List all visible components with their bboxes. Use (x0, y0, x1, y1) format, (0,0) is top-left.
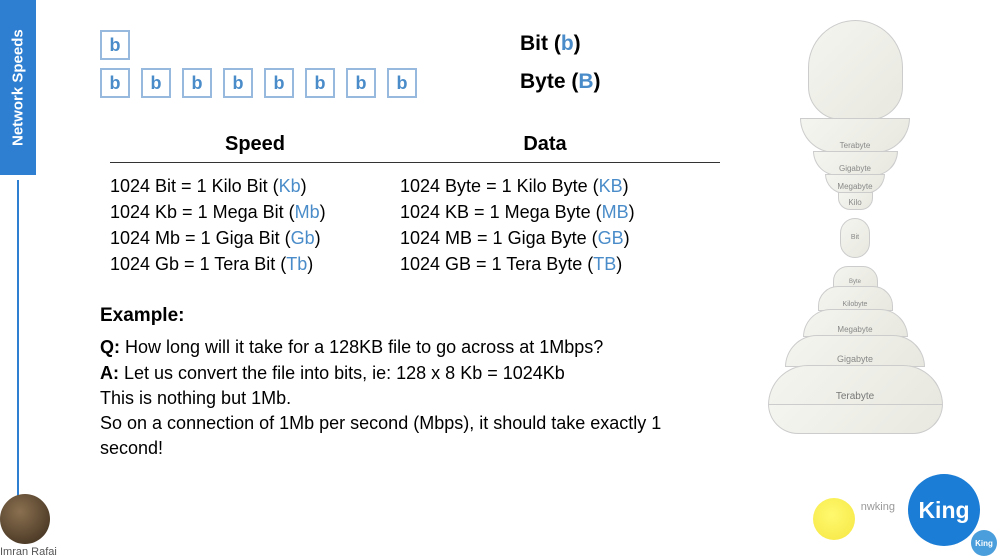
table-body: 1024 Bit = 1 Kilo Bit (Kb) 1024 Kb = 1 M… (110, 173, 720, 277)
data-column: 1024 Byte = 1 Kilo Byte (KB) 1024 KB = 1… (400, 173, 690, 277)
small-king-logo: King (971, 530, 997, 556)
byte-bit-7: b (387, 68, 417, 98)
sidebar-title: Network Speeds (0, 0, 36, 175)
speed-column: 1024 Bit = 1 Kilo Bit (Kb) 1024 Kb = 1 M… (110, 173, 400, 277)
byte-row: b b b b b b b b Byte (B) (100, 68, 720, 98)
doll-label-gigabyte: Gigabyte (813, 151, 898, 176)
byte-abbr: B (578, 70, 593, 93)
doll-gigabyte-b: Gigabyte (785, 335, 925, 367)
close-paren: ) (574, 32, 581, 55)
table-header-row: Speed Data (110, 133, 720, 163)
data-header: Data (400, 133, 690, 156)
speed-row-1: 1024 Kb = 1 Mega Bit (Mb) (110, 199, 400, 225)
example-title: Example: (100, 305, 720, 327)
q-label: Q: (100, 337, 120, 357)
doll-bit: Bit (840, 218, 870, 258)
doll-base (768, 404, 943, 434)
speed-row-2: 1024 Mb = 1 Giga Bit (Gb) (110, 225, 400, 251)
byte-bit-2: b (182, 68, 212, 98)
doll-label-terabyte: Terabyte (800, 118, 910, 153)
doll-terabyte-top (808, 20, 903, 120)
yellow-dot-icon (813, 498, 855, 540)
data-row-3: 1024 GB = 1 Tera Byte (TB) (400, 251, 690, 277)
speed-header: Speed (110, 133, 400, 156)
doll-label-megabyte: Megabyte (825, 174, 885, 194)
byte-label: Byte (B) (520, 70, 601, 94)
author-name: Imran Rafai (0, 546, 57, 558)
author-section: Imran Rafai (0, 494, 57, 558)
conversion-table: Speed Data 1024 Bit = 1 Kilo Bit (Kb) 10… (110, 133, 720, 277)
byte-bit-4: b (264, 68, 294, 98)
nesting-dolls-illustration: Terabyte Gigabyte Megabyte Kilo Bit Byte… (755, 20, 955, 480)
a-label: A: (100, 363, 119, 383)
byte-bit-3: b (223, 68, 253, 98)
data-row-2: 1024 MB = 1 Giga Byte (GB) (400, 225, 690, 251)
example-line3: This is nothing but 1Mb. (100, 388, 291, 408)
byte-bit-1: b (141, 68, 171, 98)
data-row-0: 1024 Byte = 1 Kilo Byte (KB) (400, 173, 690, 199)
close-paren2: ) (594, 70, 601, 93)
doll-terabyte-b: Terabyte (768, 365, 943, 405)
example-line4: So on a connection of 1Mb per second (Mb… (100, 413, 661, 458)
a-text: Let us convert the file into bits, ie: 1… (119, 363, 565, 383)
king-logo: King (908, 474, 980, 546)
bit-row: b Bit (b) (100, 30, 720, 60)
doll-kilobyte: Kilobyte (818, 286, 893, 311)
byte-bit-0: b (100, 68, 130, 98)
byte-bit-5: b (305, 68, 335, 98)
doll-byte: Byte (833, 266, 878, 288)
bit-abbr: b (561, 32, 574, 55)
author-avatar (0, 494, 50, 544)
byte-label-text: Byte ( (520, 70, 578, 93)
byte-bit-6: b (346, 68, 376, 98)
doll-megabyte-b: Megabyte (803, 309, 908, 337)
example-text: Q: How long will it take for a 128KB fil… (100, 335, 720, 461)
bit-label: Bit (b) (520, 32, 581, 56)
bit-label-text: Bit ( (520, 32, 561, 55)
q-text: How long will it take for a 128KB file t… (120, 337, 603, 357)
data-row-1: 1024 KB = 1 Mega Byte (MB) (400, 199, 690, 225)
sidebar-line (17, 180, 19, 510)
example-section: Example: Q: How long will it take for a … (100, 305, 720, 461)
doll-label-kilo: Kilo (838, 192, 873, 210)
watermark-text: nwking (861, 501, 895, 513)
speed-row-3: 1024 Gb = 1 Tera Bit (Tb) (110, 251, 400, 277)
bit-box: b (100, 30, 130, 60)
speed-row-0: 1024 Bit = 1 Kilo Bit (Kb) (110, 173, 400, 199)
main-content: b Bit (b) b b b b b b b b Byte (B) Speed… (100, 30, 720, 461)
